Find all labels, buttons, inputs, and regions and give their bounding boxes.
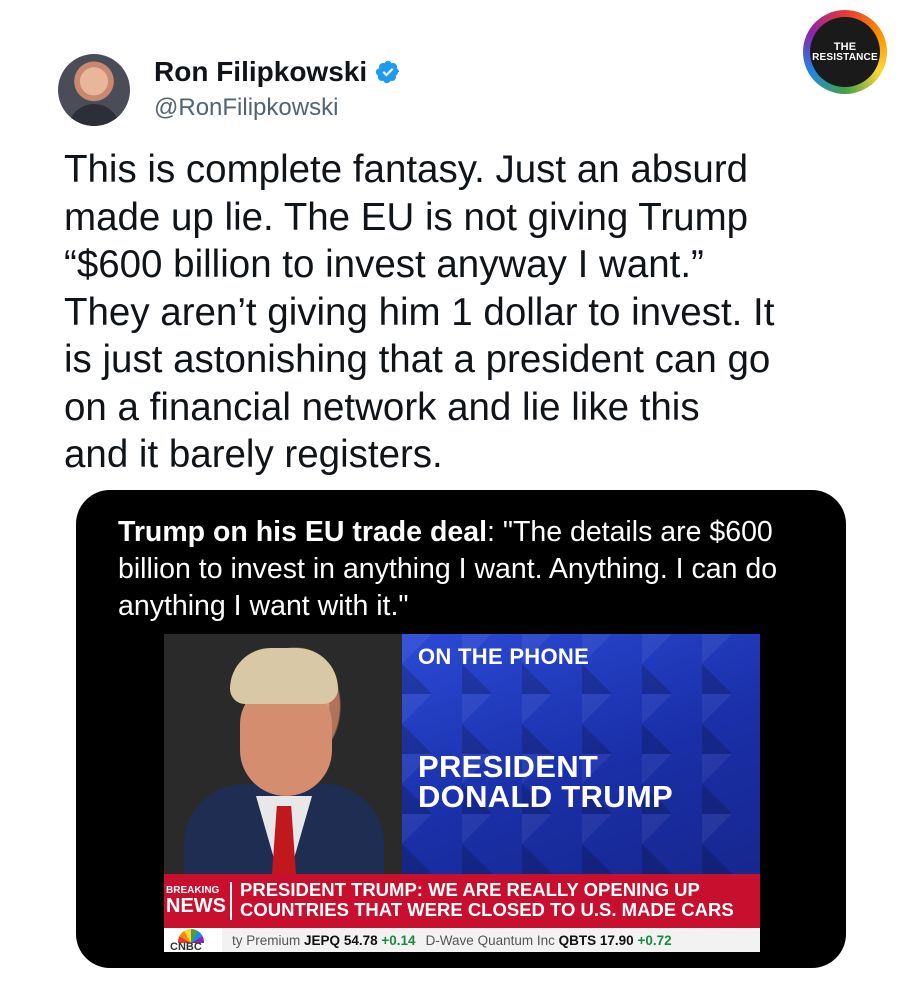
stock-ticker: CNBC ty Premium JEPQ 54.78 +0.14 D-Wave … [164,928,760,952]
tweet-text: This is complete fantasy. Just an absurd… [64,148,775,476]
president-line1: PRESIDENT [418,749,599,784]
media-caption: Trump on his EU trade deal: "The details… [118,514,818,625]
president-name-label: PRESIDENT DONALD TRUMP [418,749,674,814]
verified-icon [375,60,400,84]
author-handle[interactable]: @RonFilipkowski [154,94,338,122]
badge-line2: RESISTANCE [812,51,878,63]
president-line2: DONALD TRUMP [418,779,674,814]
ticker-item: D-Wave Quantum Inc QBTS 17.90 +0.72 [425,932,672,948]
avatar[interactable] [58,54,130,126]
badge-line1: THE [833,40,857,53]
on-the-phone-panel: ON THE PHONE PRESIDENT DONALD TRUMP [402,634,760,874]
news-headline: PRESIDENT TRUMP: WE ARE REALLY OPENING U… [240,879,734,920]
divider [230,882,232,920]
caption-bold: Trump on his EU trade deal [118,516,487,548]
breaking-news-bar: BREAKING NEWS PRESIDENT TRUMP: WE ARE RE… [164,874,760,928]
trump-photo [164,634,402,884]
resistance-logo-icon: THE RESISTANCE [810,17,880,87]
news-label: NEWS [166,895,226,917]
on-the-phone-label: ON THE PHONE [418,644,590,669]
author-name-row[interactable]: Ron Filipkowski [154,56,401,88]
network-label: CNBC [170,941,202,952]
resistance-badge: THE RESISTANCE [803,10,887,94]
ticker-item: ty Premium JEPQ 54.78 +0.14 [232,932,416,948]
breaking-news-label: BREAKING NEWS [164,874,232,928]
media-card[interactable]: Trump on his EU trade deal: "The details… [76,490,846,968]
cnbc-logo: CNBC [164,928,222,952]
video-frame[interactable]: ON THE PHONE PRESIDENT DONALD TRUMP BREA… [164,634,760,952]
author-name[interactable]: Ron Filipkowski [154,56,367,88]
